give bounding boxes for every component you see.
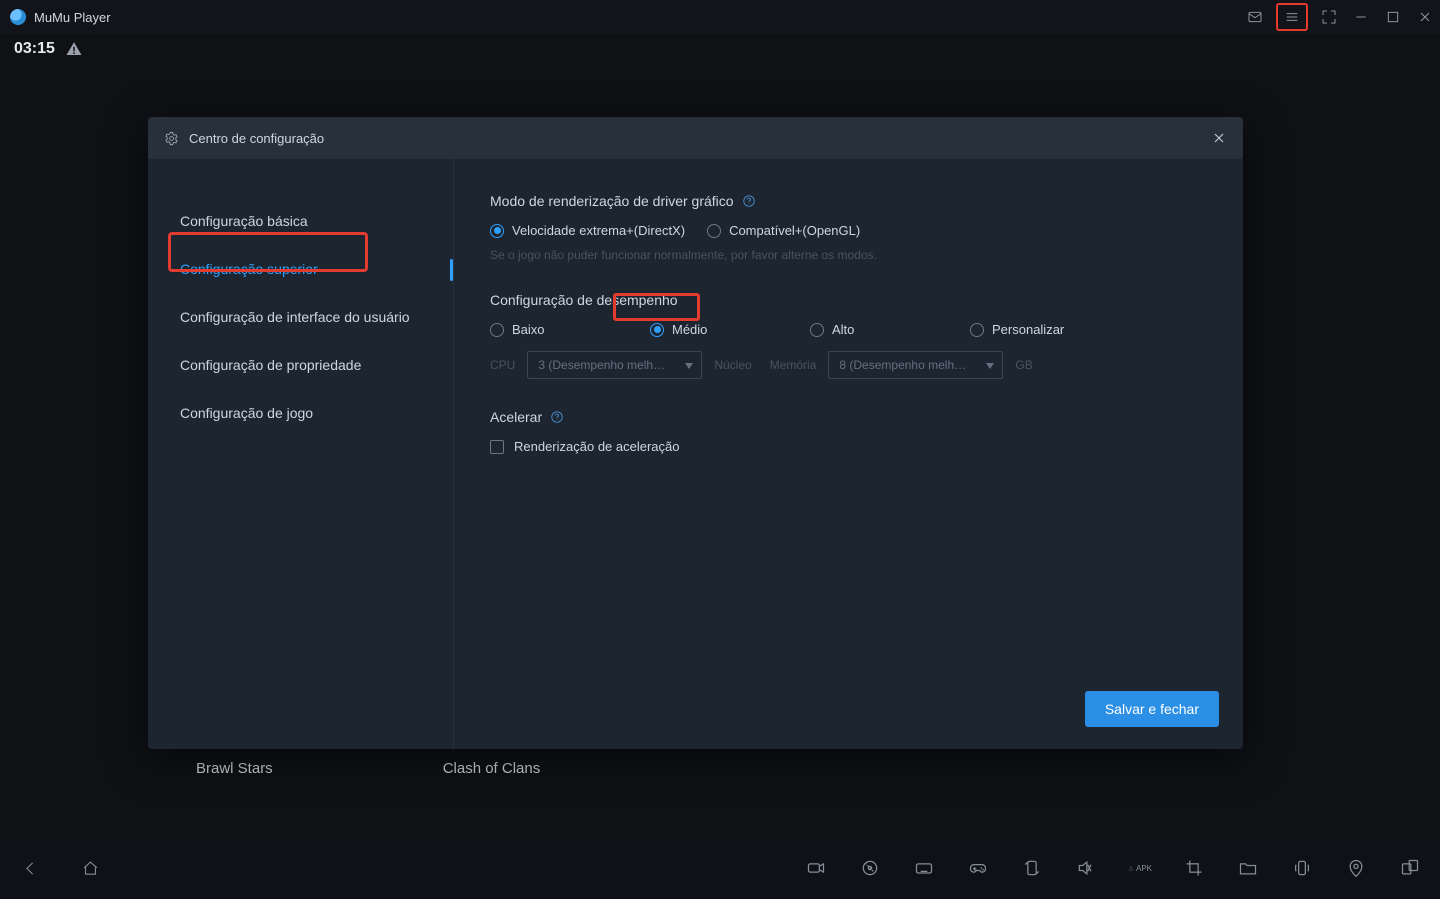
- section-render-mode: Modo de renderização de driver gráfico V…: [490, 193, 1207, 262]
- sidebar-item-label: Configuração de jogo: [180, 405, 313, 421]
- memory-select[interactable]: 8 (Desempenho melh…: [828, 351, 1003, 379]
- back-icon[interactable]: [18, 856, 42, 880]
- radio-directx[interactable]: Velocidade extrema+(DirectX): [490, 223, 685, 238]
- memory-gb-label: GB: [1015, 358, 1032, 372]
- screenshot-icon[interactable]: [1182, 856, 1206, 880]
- minimize-icon[interactable]: [1352, 8, 1370, 26]
- warning-icon[interactable]: [65, 40, 83, 58]
- multi-instance-icon[interactable]: [1398, 856, 1422, 880]
- radio-medium[interactable]: Médio: [650, 322, 720, 337]
- checkbox-box: [490, 440, 504, 454]
- radio-label: Baixo: [512, 322, 545, 337]
- radio-label: Alto: [832, 322, 854, 337]
- sidebar-item-basic[interactable]: Configuração básica: [148, 197, 453, 245]
- radio-custom[interactable]: Personalizar: [970, 322, 1064, 337]
- cpu-select-text: 3 (Desempenho melh…: [538, 358, 665, 372]
- cpu-label: CPU: [490, 358, 515, 372]
- dialog-main-panel: Modo de renderização de driver gráfico V…: [454, 159, 1243, 749]
- gamepad-icon[interactable]: [966, 856, 990, 880]
- keyboard-icon[interactable]: [912, 856, 936, 880]
- checkbox-accel-render[interactable]: Renderização de aceleração: [490, 439, 1207, 454]
- gear-icon: [164, 131, 179, 146]
- save-button[interactable]: Salvar e fechar: [1085, 691, 1219, 727]
- radio-label: Médio: [672, 322, 707, 337]
- sidebar-item-label: Configuração superior: [180, 261, 318, 277]
- app-title: MuMu Player: [34, 10, 111, 25]
- hamburger-icon: [1283, 8, 1301, 26]
- dialog-header: Centro de configuração: [148, 117, 1243, 159]
- section-accelerate: Acelerar Renderização de aceleração: [490, 409, 1207, 454]
- accelerate-section-title: Acelerar: [490, 409, 542, 425]
- section-performance: Configuração de desempenho Baixo Médio A…: [490, 292, 1207, 379]
- radio-label: Compatível+(OpenGL): [729, 223, 860, 238]
- help-icon[interactable]: [550, 410, 564, 424]
- checkbox-label: Renderização de aceleração: [514, 439, 680, 454]
- menu-button-highlighted[interactable]: [1276, 3, 1308, 31]
- sidebar-item-property[interactable]: Configuração de propriedade: [148, 341, 453, 389]
- settings-dialog: Centro de configuração Configuração bási…: [148, 117, 1243, 749]
- sidebar-item-ui[interactable]: Configuração de interface do usuário: [148, 293, 453, 341]
- record-icon[interactable]: [804, 856, 828, 880]
- sidebar-item-label: Configuração básica: [180, 213, 308, 229]
- home-icon[interactable]: [78, 856, 102, 880]
- desktop-tile-labels: Brawl Stars Clash of Clans: [0, 760, 540, 777]
- rotate-icon[interactable]: [1020, 856, 1044, 880]
- apk-label: APK: [1136, 864, 1152, 873]
- sidebar-item-label: Configuração de interface do usuário: [180, 309, 410, 325]
- cpu-select[interactable]: 3 (Desempenho melh…: [527, 351, 702, 379]
- apk-install-button[interactable]: APK: [1128, 856, 1152, 880]
- maximize-icon[interactable]: [1384, 8, 1402, 26]
- bottom-toolbar: APK: [0, 837, 1440, 899]
- tile-label-brawl[interactable]: Brawl Stars: [196, 760, 273, 777]
- shake-icon[interactable]: [1290, 856, 1314, 880]
- render-hint: Se o jogo não puder funcionar normalment…: [490, 248, 1207, 262]
- radio-high[interactable]: Alto: [810, 322, 880, 337]
- sidebar-item-game[interactable]: Configuração de jogo: [148, 389, 453, 437]
- help-icon[interactable]: [742, 194, 756, 208]
- radio-label: Velocidade extrema+(DirectX): [512, 223, 685, 238]
- close-icon[interactable]: [1416, 8, 1434, 26]
- dialog-title: Centro de configuração: [189, 131, 324, 146]
- volume-icon[interactable]: [1074, 856, 1098, 880]
- sidebar-item-advanced[interactable]: Configuração superior: [148, 245, 453, 293]
- cpu-core-label: Núcleo: [714, 358, 751, 372]
- titlebar: MuMu Player: [0, 0, 1440, 34]
- memory-select-text: 8 (Desempenho melh…: [839, 358, 966, 372]
- clock-time: 03:15: [14, 40, 55, 58]
- radio-low[interactable]: Baixo: [490, 322, 560, 337]
- performance-section-title: Configuração de desempenho: [490, 292, 678, 308]
- folder-icon[interactable]: [1236, 856, 1260, 880]
- render-section-title: Modo de renderização de driver gráfico: [490, 193, 734, 209]
- radio-label: Personalizar: [992, 322, 1064, 337]
- dialog-sidebar: Configuração básica Configuração superio…: [148, 159, 454, 749]
- status-bar: 03:15: [14, 40, 83, 58]
- app-logo-icon: [10, 9, 26, 25]
- location-icon[interactable]: [1344, 856, 1368, 880]
- radio-opengl[interactable]: Compatível+(OpenGL): [707, 223, 860, 238]
- mail-icon[interactable]: [1246, 8, 1264, 26]
- tile-label-clash[interactable]: Clash of Clans: [443, 760, 541, 777]
- memory-label: Memória: [770, 358, 817, 372]
- dialog-close-button[interactable]: [1211, 130, 1227, 146]
- operation-record-icon[interactable]: [858, 856, 882, 880]
- expand-icon[interactable]: [1320, 8, 1338, 26]
- sidebar-item-label: Configuração de propriedade: [180, 357, 361, 373]
